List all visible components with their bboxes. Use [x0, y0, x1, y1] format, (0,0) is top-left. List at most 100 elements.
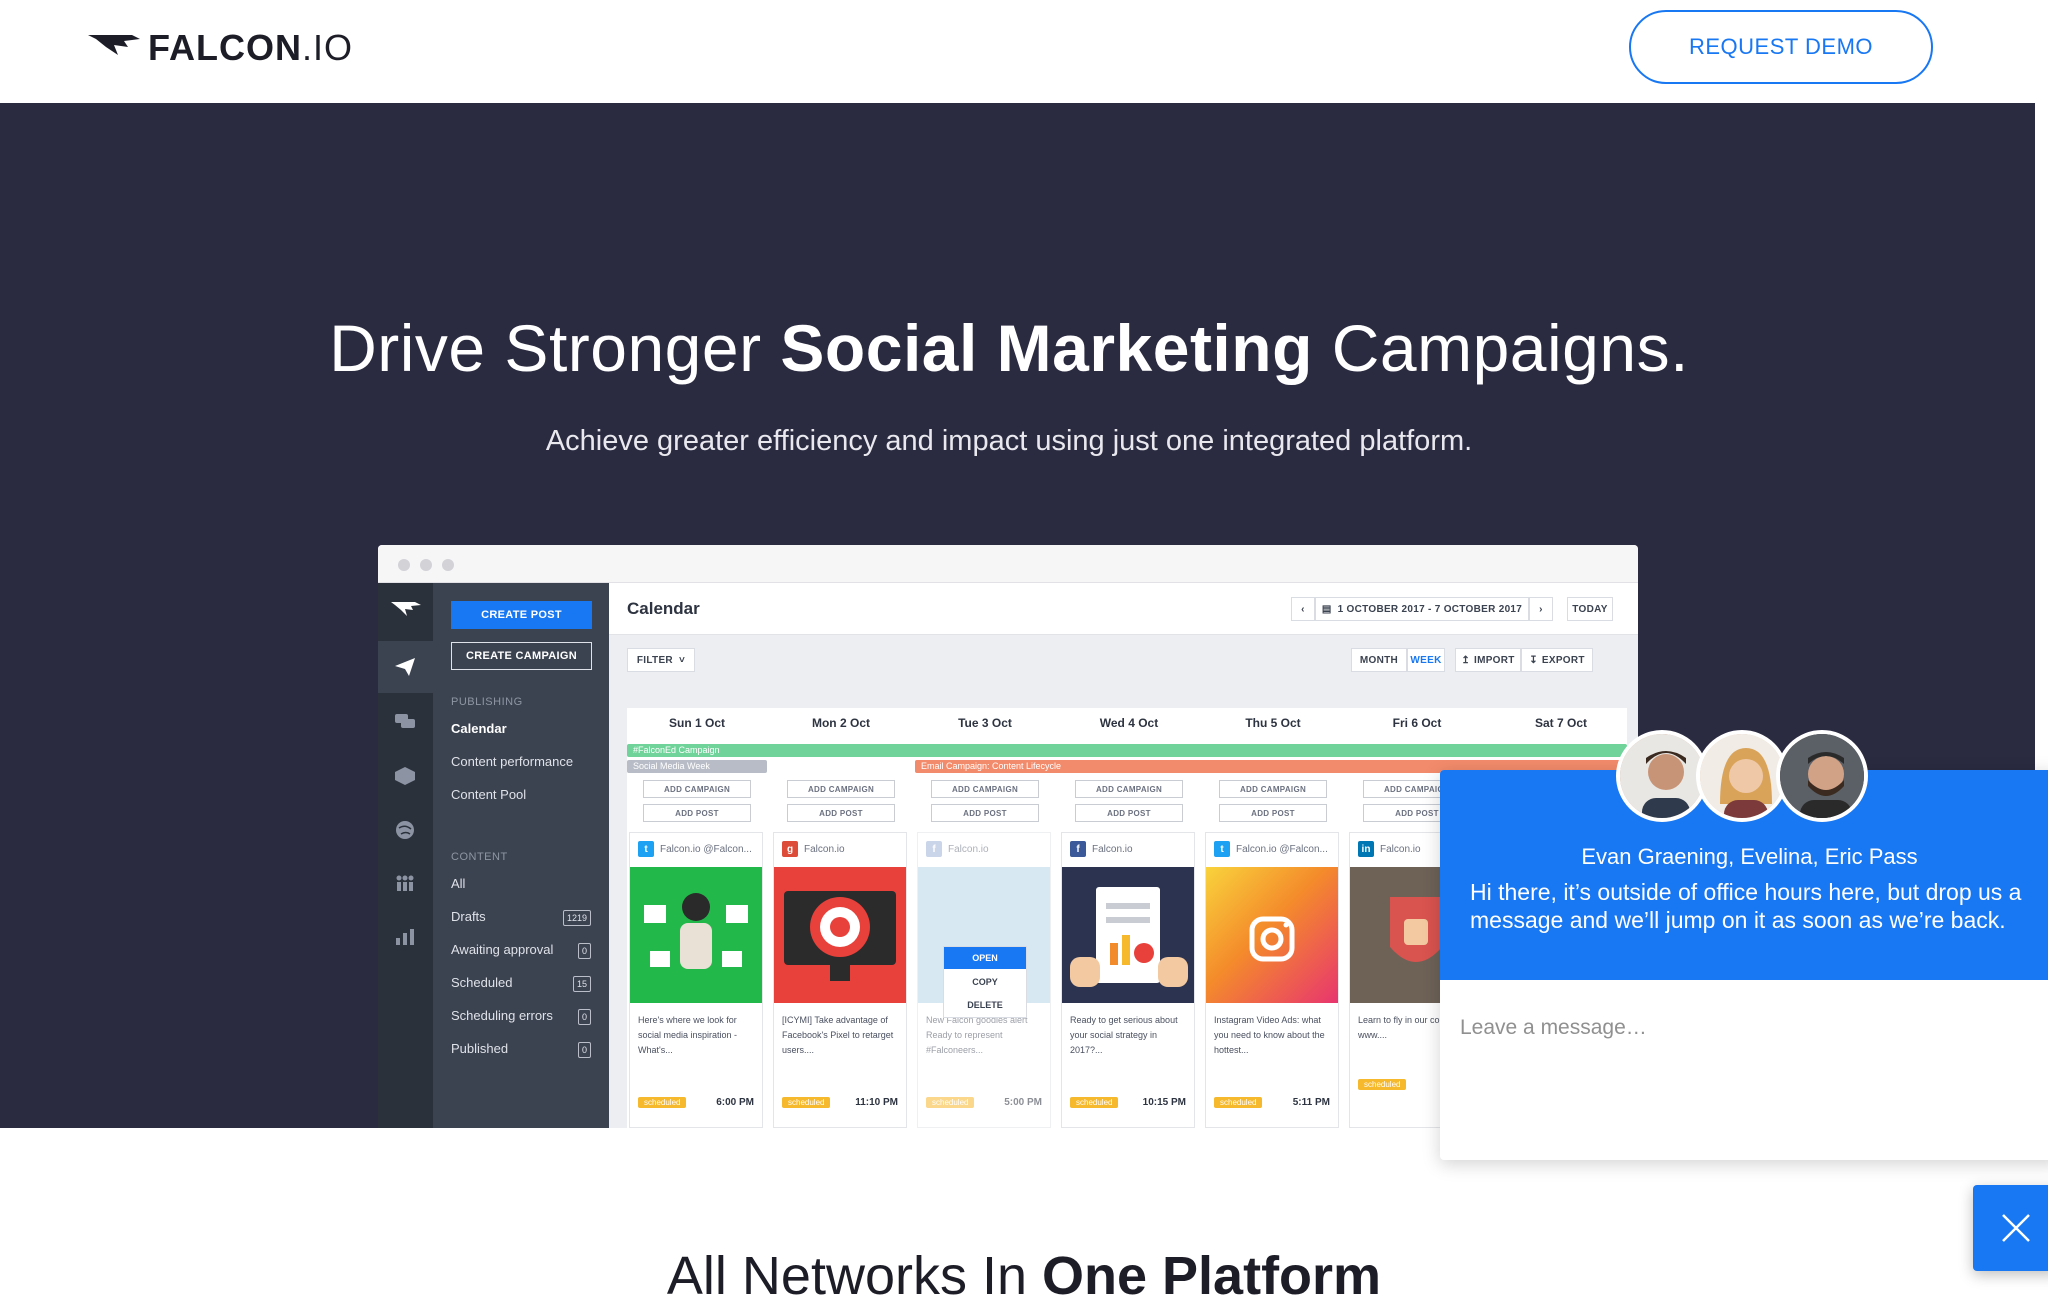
add-campaign-button[interactable]: ADD CAMPAIGN — [787, 780, 895, 798]
filter-dropdown[interactable]: FILTER ˅ — [627, 648, 695, 672]
month-view-button[interactable]: MONTH — [1351, 648, 1407, 672]
published-count: 0 — [577, 1042, 591, 1058]
publishing-heading: PUBLISHING — [451, 696, 523, 708]
window-titlebar — [378, 545, 1638, 583]
window-dot — [398, 559, 410, 571]
hero-title: Drive Stronger Social Marketing Campaign… — [329, 311, 1689, 385]
today-button[interactable]: TODAY — [1567, 597, 1613, 621]
post-text: Here's where we look for social media in… — [638, 1015, 738, 1055]
post-image — [630, 867, 762, 1003]
add-post-button[interactable]: ADD POST — [643, 804, 751, 822]
window-dot — [442, 559, 454, 571]
prev-week-button[interactable]: ‹ — [1291, 597, 1315, 621]
avatar — [1616, 730, 1708, 822]
day-header: Sat 7 Oct — [1534, 716, 1588, 730]
facebook-icon: f — [1070, 841, 1086, 857]
chat-bubbles-icon[interactable] — [395, 714, 415, 730]
avatar — [1776, 730, 1868, 822]
people-icon[interactable] — [394, 875, 416, 891]
nav-item-drafts[interactable]: Drafts — [451, 909, 486, 924]
download-icon: ↧ — [1529, 654, 1538, 666]
status-badge: scheduled — [638, 1097, 687, 1108]
day-header: Mon 2 Oct — [811, 716, 870, 730]
twitter-icon: t — [638, 841, 654, 857]
logo-wordmark: FALCON.IO — [148, 27, 354, 68]
bar-chart-icon[interactable] — [395, 929, 415, 945]
copy-menu-item[interactable]: COPY — [944, 971, 1026, 993]
import-button[interactable]: ↥ IMPORT — [1455, 648, 1521, 672]
day-header: Thu 5 Oct — [1245, 716, 1301, 730]
post-time: 11:10 PM — [855, 1097, 898, 1108]
card-account: f Falcon.io — [1070, 841, 1133, 857]
chat-message: Hi there, it’s outside of office hours h… — [1470, 879, 2022, 933]
message-input[interactable]: Leave a message… — [1460, 1016, 2020, 1040]
post-time: 6:00 PM — [716, 1097, 754, 1108]
card-account: g Falcon.io — [782, 841, 845, 857]
calendar-icon: ▤ — [1321, 603, 1332, 615]
create-campaign-button[interactable]: CREATE CAMPAIGN — [451, 642, 592, 670]
nav-item-calendar[interactable]: Calendar — [451, 721, 507, 736]
day-header: Tue 3 Oct — [958, 716, 1012, 730]
nav-item-all[interactable]: All — [451, 876, 465, 891]
post-image — [1206, 867, 1338, 1003]
add-campaign-button[interactable]: ADD CAMPAIGN — [1075, 780, 1183, 798]
next-week-button[interactable]: › — [1529, 597, 1553, 621]
open-menu-item[interactable]: OPEN — [944, 947, 1026, 969]
cube-icon[interactable] — [395, 767, 415, 785]
post-card[interactable]: t Falcon.io @Falcon... Instagram Video Ad… — [1205, 832, 1339, 1128]
nav-item-scheduled[interactable]: Scheduled — [451, 975, 512, 990]
falcon-wing-icon[interactable] — [391, 601, 421, 619]
campaign-band-falconed[interactable]: #FalconEd Campaign — [627, 744, 1627, 757]
add-post-button[interactable]: ADD POST — [931, 804, 1039, 822]
post-context-menu: OPEN COPY DELETE — [943, 946, 1027, 1018]
falcon-logo[interactable]: FALCON.IO — [88, 26, 353, 70]
nav-item-content-pool[interactable]: Content Pool — [451, 787, 526, 802]
post-card[interactable]: t Falcon.io @Falcon... Here's where we lo… — [629, 832, 763, 1128]
create-post-button[interactable]: CREATE POST — [451, 601, 592, 629]
nav-item-content-performance[interactable]: Content performance — [451, 754, 573, 769]
add-campaign-button[interactable]: ADD CAMPAIGN — [931, 780, 1039, 798]
post-image — [1062, 867, 1194, 1003]
filter-bar: FILTER ˅ MONTH WEEK ↥ IMPORT ↧ EXPORT — [609, 635, 1638, 685]
upload-icon: ↥ — [1461, 654, 1470, 666]
avatar — [1696, 730, 1788, 822]
errors-count: 0 — [577, 1009, 591, 1025]
section-title: All Networks In One Platform — [666, 1246, 1382, 1306]
content-heading: CONTENT — [451, 851, 508, 863]
send-icon[interactable] — [395, 658, 415, 676]
facebook-icon: f — [926, 841, 942, 857]
post-image — [774, 867, 906, 1003]
chevron-down-icon: ˅ — [678, 654, 686, 666]
add-campaign-button[interactable]: ADD CAMPAIGN — [1219, 780, 1327, 798]
post-time: 10:15 PM — [1142, 1097, 1186, 1108]
globe-icon[interactable] — [395, 820, 415, 840]
post-text: [ICYMI] Take advantage of Facebook's Pix… — [782, 1015, 894, 1055]
icon-rail — [378, 583, 433, 1128]
request-demo-button[interactable]: REQUEST DEMO — [1629, 10, 1933, 84]
nav-item-published[interactable]: Published — [451, 1041, 508, 1056]
nav-item-scheduling-errors[interactable]: Scheduling errors — [451, 1008, 553, 1023]
awaiting-count: 0 — [577, 943, 591, 959]
day-header: Fri 6 Oct — [1392, 716, 1442, 730]
nav-item-awaiting-approval[interactable]: Awaiting approval — [451, 942, 553, 957]
day-header: Wed 4 Oct — [1099, 716, 1159, 730]
campaign-band-smw[interactable]: Social Media Week — [627, 760, 767, 773]
post-text: Instagram Video Ads: what you need to kn… — [1214, 1015, 1325, 1055]
add-post-button[interactable]: ADD POST — [1075, 804, 1183, 822]
page-title: Calendar — [627, 599, 700, 618]
chat-widget: Evan Graening, Evelina, Eric Pass Hi the… — [1440, 730, 2048, 1160]
delete-menu-item[interactable]: DELETE — [944, 994, 1026, 1016]
card-account: t Falcon.io @Falcon... — [1214, 841, 1328, 857]
post-card[interactable]: g Falcon.io [ICYMI] Take advantage of Fac… — [773, 832, 907, 1128]
post-card[interactable]: f Falcon.io Ready to get serious about yo… — [1061, 832, 1195, 1128]
add-post-button[interactable]: ADD POST — [787, 804, 895, 822]
card-account: t Falcon.io @Falcon... — [638, 841, 752, 857]
add-post-button[interactable]: ADD POST — [1219, 804, 1327, 822]
scheduled-count: 15 — [572, 976, 591, 992]
export-button[interactable]: ↧ EXPORT — [1521, 648, 1593, 672]
date-range-picker[interactable]: ▤ 1 OCTOBER 2017 - 7 OCTOBER 2017 — [1315, 597, 1529, 621]
post-text: New Falcon goodies alert Ready to repres… — [926, 1015, 1028, 1055]
add-campaign-button[interactable]: ADD CAMPAIGN — [643, 780, 751, 798]
status-badge: scheduled — [782, 1097, 831, 1108]
week-view-button[interactable]: WEEK — [1407, 648, 1445, 672]
